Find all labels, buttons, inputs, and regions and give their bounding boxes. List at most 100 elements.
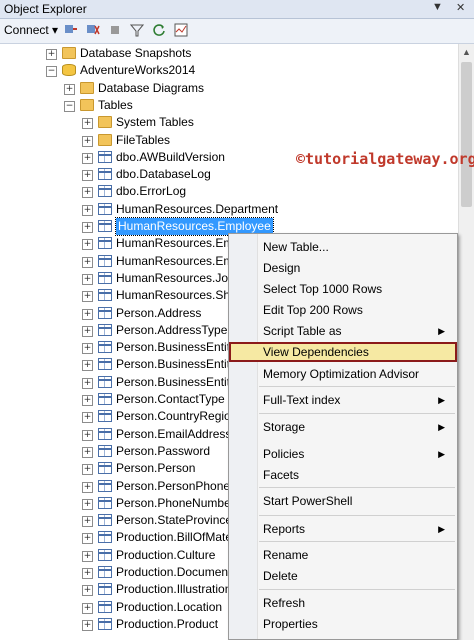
menu-item-policies[interactable]: Policies ▶: [229, 444, 457, 464]
expand-icon[interactable]: +: [46, 49, 57, 60]
menu-item-label: Script Table as: [263, 324, 342, 338]
expand-icon[interactable]: +: [82, 377, 93, 389]
table-icon: [98, 237, 112, 250]
tree-node-label: Person.PhoneNumber: [116, 495, 235, 510]
refresh-icon[interactable]: [152, 23, 166, 37]
scrollbar-thumb[interactable]: [461, 62, 472, 207]
close-icon[interactable]: ✕: [456, 1, 465, 14]
expand-icon[interactable]: +: [82, 343, 93, 355]
menu-item-edit-top-200-rows[interactable]: Edit Top 200 Rows: [229, 300, 457, 320]
menu-item-start-powershell[interactable]: Start PowerShell: [229, 491, 457, 511]
expand-icon[interactable]: +: [82, 135, 93, 147]
tree-node-label: Production.Product: [116, 616, 219, 631]
disconnect-icon[interactable]: [86, 23, 100, 37]
expand-icon[interactable]: +: [82, 291, 93, 303]
tree-node[interactable]: + HumanResources.Department: [0, 201, 458, 218]
tree-node[interactable]: − Tables: [0, 97, 458, 114]
tree-node[interactable]: + dbo.ErrorLog: [0, 183, 458, 200]
expand-icon[interactable]: +: [82, 568, 93, 579]
expand-icon[interactable]: +: [82, 187, 93, 199]
expand-icon[interactable]: +: [82, 619, 93, 631]
menu-item-delete[interactable]: Delete: [229, 566, 457, 586]
expand-icon[interactable]: +: [82, 481, 93, 493]
table-icon: [98, 514, 112, 527]
collapse-icon[interactable]: −: [46, 66, 57, 78]
pin-icon[interactable]: ▼: [432, 1, 443, 13]
collapse-icon[interactable]: −: [64, 100, 75, 112]
expand-icon[interactable]: +: [82, 395, 93, 406]
tree-node-label: Tables: [98, 97, 133, 112]
expand-icon[interactable]: +: [82, 239, 93, 251]
expand-icon[interactable]: +: [82, 256, 93, 268]
activity-monitor-icon[interactable]: [174, 23, 188, 37]
stop-icon[interactable]: [108, 23, 122, 37]
menu-item-refresh[interactable]: Refresh: [229, 593, 457, 613]
expand-icon[interactable]: +: [82, 516, 93, 528]
tree-node[interactable]: + Database Snapshots: [0, 45, 458, 62]
menu-item-label: Memory Optimization Advisor: [263, 367, 420, 381]
menu-item-full-text-index[interactable]: Full-Text index ▶: [229, 390, 457, 410]
menu-item-design[interactable]: Design: [229, 258, 457, 278]
menu-item-view-dependencies[interactable]: View Dependencies: [229, 342, 457, 362]
menu-item-storage[interactable]: Storage ▶: [229, 417, 457, 437]
table-icon: [98, 600, 112, 613]
menu-item-label: Facets: [263, 468, 300, 482]
tree-node-label: HumanResources.Emp: [116, 236, 241, 251]
tree-node-label: Person.EmailAddress: [116, 426, 232, 441]
tree-node-label: Production.Location: [116, 599, 223, 614]
menu-item-rename[interactable]: Rename: [229, 545, 457, 565]
expand-icon[interactable]: +: [82, 204, 93, 216]
expand-icon[interactable]: +: [82, 602, 93, 614]
toolbar: Connect ▾: [0, 19, 474, 44]
menu-item-new-table[interactable]: New Table...: [229, 237, 457, 257]
menu-item-script-table-as[interactable]: Script Table as ▶: [229, 321, 457, 341]
expand-icon[interactable]: +: [82, 118, 93, 130]
tree-node-label: Production.Document: [116, 565, 232, 579]
database-icon: [62, 64, 76, 77]
expand-icon[interactable]: +: [82, 550, 93, 562]
table-icon: [98, 168, 112, 181]
expand-icon[interactable]: +: [82, 533, 93, 545]
tree-node-label: Database Snapshots: [80, 46, 192, 60]
expand-icon[interactable]: +: [82, 170, 93, 182]
tree-node[interactable]: + System Tables: [0, 114, 458, 131]
expand-icon[interactable]: +: [82, 429, 93, 441]
submenu-arrow-icon: ▶: [438, 524, 445, 534]
expand-icon[interactable]: +: [82, 308, 93, 320]
tree-node[interactable]: + Database Diagrams: [0, 80, 458, 97]
tree-node[interactable]: − AdventureWorks2014: [0, 62, 458, 79]
expand-icon[interactable]: +: [82, 222, 93, 233]
menu-item-facets[interactable]: Facets: [229, 465, 457, 485]
tree-node-label: Production.Culture: [116, 547, 216, 562]
menu-item-label: Start PowerShell: [263, 494, 353, 508]
table-icon: [98, 427, 112, 440]
table-icon: [98, 358, 112, 371]
menu-item-label: New Table...: [263, 240, 329, 254]
tree-node[interactable]: + FileTables: [0, 132, 458, 149]
connect-button[interactable]: Connect ▾: [4, 23, 58, 37]
tree-node-label: HumanResources.Shift: [116, 288, 240, 303]
expand-icon[interactable]: +: [82, 585, 93, 597]
menu-item-properties[interactable]: Properties: [229, 614, 457, 634]
expand-icon[interactable]: +: [82, 412, 93, 424]
tree-node-label: Person.Address: [116, 305, 202, 320]
menu-item-reports[interactable]: Reports ▶: [229, 519, 457, 539]
menu-item-memory-optimization-advisor[interactable]: Memory Optimization Advisor: [229, 364, 457, 384]
expand-icon[interactable]: +: [82, 498, 93, 510]
table-icon: [98, 202, 112, 215]
expand-icon[interactable]: +: [82, 325, 93, 337]
filter-icon[interactable]: [130, 23, 144, 37]
menu-item-select-top-1000-rows[interactable]: Select Top 1000 Rows: [229, 279, 457, 299]
expand-icon[interactable]: +: [82, 446, 93, 458]
vertical-scrollbar[interactable]: ▲: [458, 44, 474, 640]
tree-node[interactable]: + dbo.DatabaseLog: [0, 166, 458, 183]
expand-icon[interactable]: +: [82, 464, 93, 476]
expand-icon[interactable]: +: [82, 360, 93, 372]
menu-item-label: Edit Top 200 Rows: [263, 303, 363, 317]
expand-icon[interactable]: +: [82, 273, 93, 285]
tree-node-label: Person.BusinessEntityA: [116, 357, 245, 372]
expand-icon[interactable]: +: [64, 83, 75, 95]
connect-object-explorer-icon[interactable]: [64, 23, 78, 37]
expand-icon[interactable]: +: [82, 152, 93, 164]
scroll-up-icon[interactable]: ▲: [462, 47, 471, 57]
